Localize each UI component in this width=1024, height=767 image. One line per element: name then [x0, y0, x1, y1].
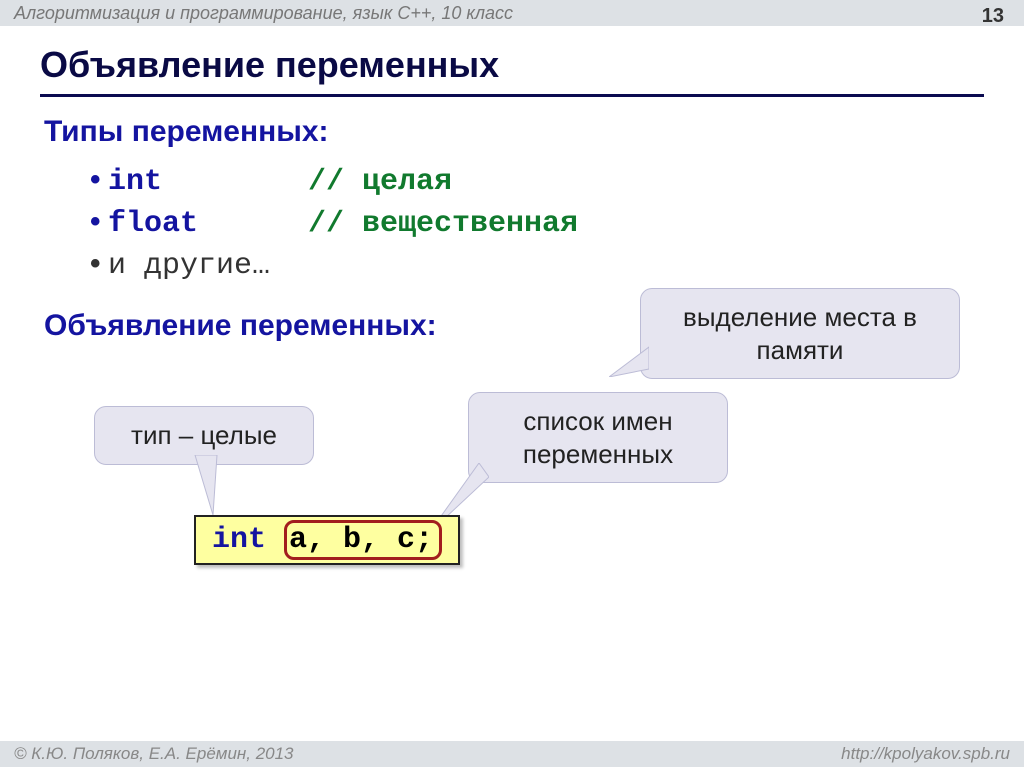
code-vars: a, b, c; — [284, 520, 442, 560]
header-bar: Алгоритмизация и программирование, язык … — [0, 0, 1024, 26]
callout-tail-icon — [609, 337, 649, 377]
callout-memory: выделение места в памяти — [640, 288, 960, 379]
type-comment: // вещественная — [308, 207, 578, 241]
others-text: и другие… — [108, 249, 270, 283]
footer-left: © К.Ю. Поляков, Е.А. Ерёмин, 2013 — [14, 744, 294, 764]
callout-text: тип – целые — [131, 420, 277, 450]
header-title: Алгоритмизация и программирование, язык … — [14, 3, 513, 24]
bullet-icon: • — [90, 247, 108, 281]
type-keyword: int — [108, 165, 308, 199]
callout-text: список имен переменных — [523, 406, 673, 469]
code-box: int a, b, c; — [194, 515, 460, 565]
type-comment: // целая — [308, 165, 452, 199]
footer-right: http://kpolyakov.spb.ru — [841, 744, 1010, 764]
type-keyword: float — [108, 207, 308, 241]
code-keyword: int — [212, 523, 284, 557]
footer-bar: © К.Ю. Поляков, Е.А. Ерёмин, 2013 http:/… — [0, 741, 1024, 767]
page-number: 13 — [982, 5, 1004, 28]
callout-tail-icon — [185, 455, 225, 515]
types-heading: Типы переменных: — [44, 115, 984, 149]
type-row-others: • и другие… — [90, 247, 984, 283]
callout-text: выделение места в памяти — [683, 302, 917, 365]
callout-type: тип – целые — [94, 406, 314, 465]
bullet-icon: • — [90, 205, 108, 239]
bullet-icon: • — [90, 163, 108, 197]
types-list: • int // целая • float // вещественная •… — [90, 163, 984, 283]
type-row: • int // целая — [90, 163, 984, 199]
callout-list: список имен переменных — [468, 392, 728, 483]
slide-title: Объявление переменных — [40, 44, 984, 97]
type-row: • float // вещественная — [90, 205, 984, 241]
